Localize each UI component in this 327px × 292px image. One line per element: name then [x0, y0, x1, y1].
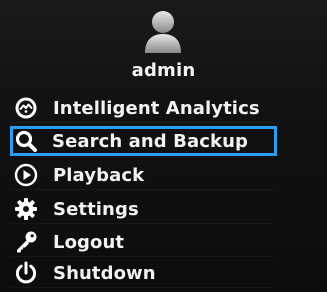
play-icon: [13, 162, 39, 188]
menu-item-label: Playback: [53, 164, 145, 186]
search-icon: [13, 128, 39, 154]
menu-item-shutdown[interactable]: Shutdown: [11, 259, 275, 288]
menu-item-label: Settings: [53, 198, 139, 220]
analytics-icon: [13, 95, 39, 121]
menu-item-label: Shutdown: [53, 262, 156, 284]
menu-item-search-and-backup[interactable]: Search and Backup: [10, 126, 277, 156]
menu-item-playback[interactable]: Playback: [11, 161, 275, 190]
gear-icon: [13, 196, 39, 222]
main-menu-panel: admin Intelligent Analytics Search and B…: [0, 0, 327, 292]
menu-item-logout[interactable]: Logout: [11, 228, 275, 257]
power-icon: [13, 260, 39, 286]
user-avatar-icon: [143, 9, 183, 53]
key-icon: [13, 229, 39, 255]
menu-item-label: Search and Backup: [52, 130, 248, 152]
user-block: admin: [0, 0, 327, 92]
username-label: admin: [131, 60, 196, 81]
menu-item-label: Logout: [53, 231, 125, 253]
menu-item-intelligent-analytics[interactable]: Intelligent Analytics: [11, 94, 275, 123]
menu-item-settings[interactable]: Settings: [11, 195, 275, 224]
menu-item-label: Intelligent Analytics: [53, 97, 260, 119]
